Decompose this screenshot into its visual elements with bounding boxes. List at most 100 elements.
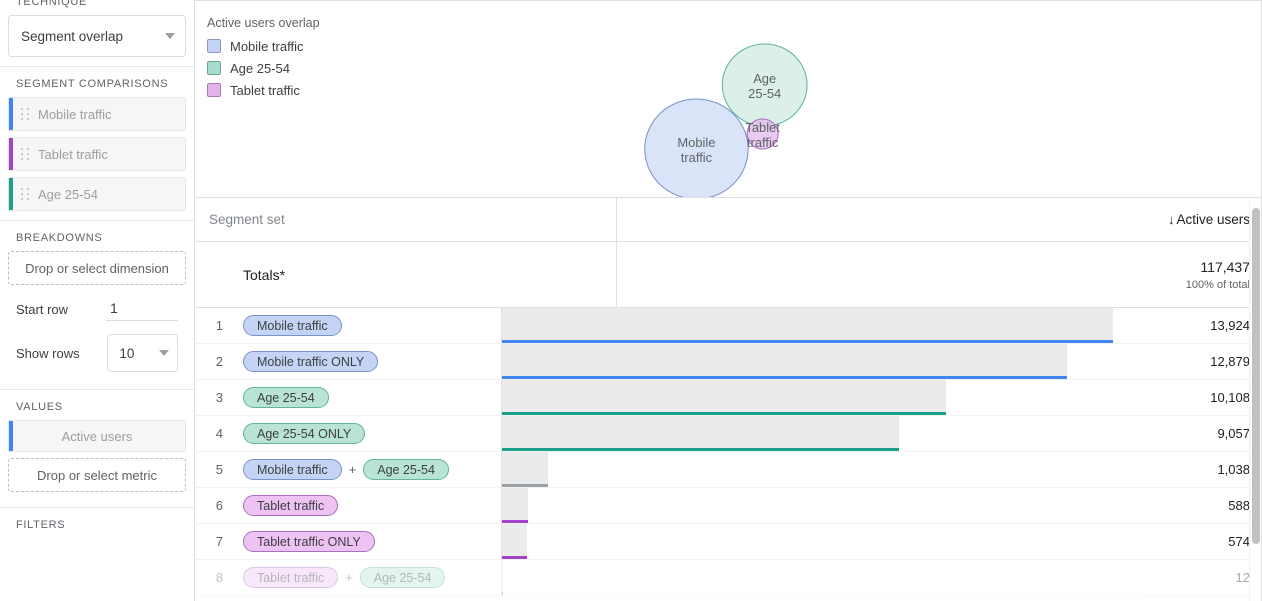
segment-accent-bar: [9, 138, 13, 170]
filters-section: FILTERS: [0, 508, 194, 538]
column-header-active-users[interactable]: ↓ Active users: [616, 197, 1262, 242]
table-scrollbar-thumb[interactable]: [1252, 208, 1260, 544]
segment-overlap-app: TECHNIQUE Segment overlap SEGMENT COMPAR…: [0, 0, 1262, 601]
show-rows-label: Show rows: [16, 345, 80, 361]
row-bar-cell: [501, 308, 1113, 343]
segment-pill[interactable]: Age 25-54 ONLY: [243, 423, 366, 444]
segment-accent-bar: [9, 178, 13, 210]
row-index: 6: [215, 498, 223, 513]
row-bar-cell: [501, 560, 1112, 595]
row-segment-chips: Mobile traffic: [229, 308, 501, 343]
row-bar-accent-line: [502, 376, 1068, 379]
row-value: 1,038: [1217, 462, 1250, 477]
metric-item-active-users[interactable]: Active users: [8, 420, 186, 452]
row-value: 10,108: [1210, 390, 1250, 405]
drag-handle-icon[interactable]: [21, 187, 31, 201]
start-row-label: Start row: [16, 302, 69, 317]
table-scrollbar[interactable]: [1249, 198, 1261, 601]
metric-dropzone[interactable]: Drop or select metric: [8, 458, 186, 492]
row-bar-cell: [501, 416, 1112, 451]
row-bar-accent-line: [502, 484, 548, 487]
row-bar: [502, 308, 1113, 340]
row-bar: [502, 416, 900, 448]
values-label: VALUES: [16, 401, 63, 413]
row-bar-cell: [501, 344, 1112, 379]
row-bar-accent-line: [502, 412, 946, 415]
settings-sidebar: TECHNIQUE Segment overlap SEGMENT COMPAR…: [0, 0, 195, 601]
technique-select[interactable]: Segment overlap: [8, 15, 186, 57]
segment-pill[interactable]: Age 25-54: [363, 459, 449, 480]
row-bar-cell: [501, 488, 1112, 523]
totals-label: Totals*: [243, 266, 286, 283]
segment-pill[interactable]: Mobile traffic: [243, 459, 342, 480]
show-rows-field: Show rows 10: [8, 321, 186, 372]
venn-diagram: Mobile trafficAge 25-54Tablet traffic: [644, 43, 808, 197]
segment-pill[interactable]: Mobile traffic ONLY: [243, 351, 379, 372]
dimension-dropzone[interactable]: Drop or select dimension: [8, 251, 186, 285]
table-header-row: Segment set ↓ Active users: [195, 197, 1262, 242]
technique-selected-value: Segment overlap: [21, 28, 124, 44]
row-segment-chips: Tablet traffic: [229, 488, 501, 523]
row-bar-cell: [501, 524, 1112, 559]
table-row[interactable]: 4 Age 25-54 ONLY 9,057: [195, 416, 1262, 452]
row-bar-cell: [501, 380, 1112, 415]
row-bar-cell: [501, 452, 1112, 487]
table-row[interactable]: 7 Tablet traffic ONLY 574: [195, 524, 1262, 560]
row-segment-chips: Mobile traffic ONLY: [229, 344, 501, 379]
row-bar: [502, 560, 503, 592]
table-row[interactable]: 6 Tablet traffic 588: [195, 488, 1262, 524]
row-value: 588: [1228, 498, 1250, 513]
table-row[interactable]: 5 Mobile traffic + Age 25-54 1,038: [195, 452, 1262, 488]
technique-section: TECHNIQUE Segment overlap: [0, 0, 194, 57]
segment-pill[interactable]: Age 25-54: [243, 387, 329, 408]
column-header-metric-label: Active users: [1176, 212, 1250, 227]
row-segment-chips: Age 25-54 ONLY: [229, 416, 501, 451]
row-bar-accent-line: [502, 448, 900, 451]
totals-value: 117,437: [1200, 258, 1250, 275]
start-row-input[interactable]: [106, 298, 178, 321]
metric-accent-bar: [9, 421, 13, 451]
row-segment-chips: Age 25-54: [229, 380, 501, 415]
segment-pill[interactable]: Tablet traffic ONLY: [243, 531, 375, 552]
chevron-down-icon: [159, 350, 169, 356]
table-row[interactable]: 3 Age 25-54 10,108: [195, 380, 1262, 416]
breakdowns-section: BREAKDOWNS Drop or select dimension Star…: [0, 221, 194, 372]
drag-handle-icon[interactable]: [21, 107, 31, 121]
plus-symbol: +: [348, 462, 357, 477]
segment-item-age-25-54[interactable]: Age 25-54: [8, 177, 186, 211]
table-row[interactable]: 8 Tablet traffic + Age 25-54 12: [195, 560, 1262, 596]
row-value: 12: [1235, 570, 1250, 585]
segment-pill[interactable]: Mobile traffic: [243, 315, 342, 336]
plus-symbol: +: [345, 570, 353, 585]
table-body: 1 Mobile traffic 13,924 2 Mobile traffic ONL…: [195, 308, 1262, 596]
segment-item-mobile-traffic[interactable]: Mobile traffic: [8, 97, 186, 131]
start-row-field: Start row: [8, 285, 186, 321]
segment-item-tablet-traffic[interactable]: Tablet traffic: [8, 137, 186, 171]
show-rows-select[interactable]: 10: [107, 334, 178, 372]
row-index: 5: [215, 462, 223, 477]
chevron-down-icon: [165, 33, 175, 39]
segment-pill[interactable]: Age 25-54: [359, 567, 446, 588]
row-segment-chips: Tablet traffic + Age 25-54: [229, 560, 501, 595]
filters-label: FILTERS: [16, 519, 66, 531]
row-value: 13,924: [1210, 318, 1250, 333]
row-index: 2: [215, 354, 223, 369]
table-row[interactable]: 1 Mobile traffic 13,924: [195, 308, 1262, 344]
row-index: 7: [215, 534, 223, 549]
row-value: 12,879: [1210, 354, 1250, 369]
row-bar: [502, 488, 528, 520]
row-value: 574: [1228, 534, 1250, 549]
segment-pill[interactable]: Tablet traffic: [243, 495, 339, 516]
row-segment-chips: Tablet traffic ONLY: [229, 524, 501, 559]
table-row[interactable]: 2 Mobile traffic ONLY 12,879: [195, 344, 1262, 380]
drag-handle-icon[interactable]: [21, 147, 31, 161]
column-header-segment-set[interactable]: Segment set: [195, 212, 616, 227]
segment-accent-bar: [9, 98, 13, 130]
segment-pill[interactable]: Tablet traffic: [243, 567, 339, 588]
row-bar-accent-line: [502, 520, 528, 523]
show-rows-value: 10: [119, 345, 135, 361]
totals-subtext: 100% of total: [1185, 278, 1250, 291]
row-bar: [502, 380, 946, 412]
row-bar-accent-line: [502, 340, 1113, 343]
technique-label: TECHNIQUE: [16, 0, 88, 8]
